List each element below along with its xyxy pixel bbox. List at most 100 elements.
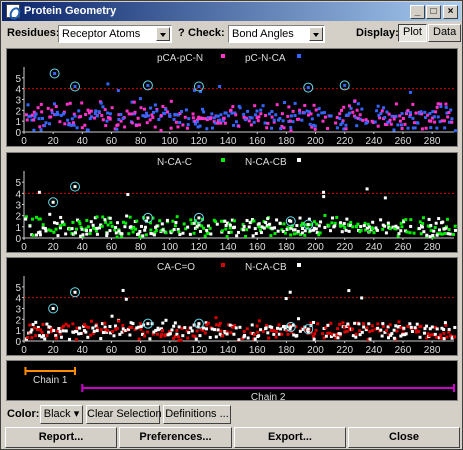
data-point bbox=[370, 329, 374, 333]
data-point bbox=[342, 222, 346, 226]
data-point bbox=[146, 216, 150, 220]
data-point bbox=[331, 216, 335, 220]
data-point bbox=[172, 324, 176, 328]
x-tick-label: 180 bbox=[278, 242, 295, 252]
data-point bbox=[254, 113, 258, 117]
data-point bbox=[145, 111, 149, 115]
data-point bbox=[112, 334, 116, 338]
chain-map-svg[interactable]: Chain 1 Chain 2 bbox=[7, 361, 457, 403]
data-point bbox=[222, 116, 226, 120]
data-point bbox=[100, 224, 104, 228]
data-point bbox=[245, 327, 249, 331]
data-point bbox=[316, 113, 320, 117]
color-select[interactable]: Black ▾ bbox=[40, 405, 83, 424]
data-point bbox=[351, 225, 355, 229]
data-point bbox=[52, 329, 56, 333]
close-button[interactable]: Close bbox=[348, 427, 460, 448]
data-point bbox=[114, 226, 118, 230]
data-point bbox=[282, 126, 286, 130]
x-tick-label: 200 bbox=[307, 242, 324, 252]
residues-select[interactable]: Receptor Atoms bbox=[58, 25, 172, 43]
data-point bbox=[91, 223, 95, 227]
data-point bbox=[149, 228, 153, 232]
check-select[interactable]: Bond Angles bbox=[228, 25, 325, 43]
chevron-down-icon[interactable] bbox=[309, 27, 323, 41]
data-point bbox=[215, 222, 219, 226]
scatter-plot-2[interactable]: 0123450 20 40 60 80 100 120 140 160 180 200 220 240 2… bbox=[7, 153, 457, 252]
minimize-icon[interactable]: _ bbox=[410, 5, 425, 19]
data-point bbox=[40, 116, 44, 120]
data-point bbox=[383, 196, 387, 200]
data-point bbox=[250, 116, 254, 120]
definitions-button[interactable]: Definitions ... bbox=[163, 405, 231, 424]
data-point bbox=[303, 103, 307, 107]
y-tick-label: 5 bbox=[15, 283, 21, 294]
x-tick-label: 180 bbox=[278, 345, 295, 355]
data-point bbox=[428, 111, 432, 115]
data-point bbox=[396, 123, 400, 127]
scatter-plot-3[interactable]: 0123450 20 40 60 80 100 120 140 160 180 200 220 240 2… bbox=[7, 258, 457, 355]
data-point bbox=[376, 326, 380, 330]
data-point bbox=[430, 325, 434, 329]
x-tick-label: 280 bbox=[424, 136, 441, 146]
data-point bbox=[413, 121, 417, 125]
y-tick-label: 4 bbox=[15, 189, 21, 200]
data-point bbox=[444, 226, 448, 230]
data-point bbox=[313, 332, 317, 336]
help-button[interactable]: ? bbox=[178, 27, 185, 39]
export-button[interactable]: Export... bbox=[234, 427, 346, 448]
data-point bbox=[297, 117, 301, 121]
data-point bbox=[181, 231, 185, 235]
data-point bbox=[312, 103, 316, 107]
data-point bbox=[115, 235, 119, 239]
data-point bbox=[115, 221, 119, 225]
data-point bbox=[381, 324, 385, 328]
data-point bbox=[270, 115, 274, 119]
data-point bbox=[399, 229, 403, 233]
data-point bbox=[157, 117, 161, 121]
data-point bbox=[297, 317, 301, 321]
data-point bbox=[41, 323, 45, 327]
data-point bbox=[192, 231, 196, 235]
clear-selection-button[interactable]: Clear Selection bbox=[86, 405, 162, 424]
chain-map[interactable]: Chain 1 Chain 2 bbox=[6, 360, 458, 403]
data-point bbox=[442, 337, 446, 341]
plot-panel-1[interactable]: 0 1 2 3 4 5 0 20 40 60 80 100 120 140 160 180 200 220 240 2… bbox=[6, 48, 458, 147]
display-data-button[interactable]: Data bbox=[428, 24, 462, 42]
close-window-icon[interactable]: × bbox=[443, 5, 458, 19]
data-point bbox=[283, 231, 287, 235]
data-point bbox=[291, 120, 295, 124]
maximize-icon[interactable]: □ bbox=[426, 5, 441, 19]
data-point bbox=[453, 224, 457, 228]
data-point bbox=[84, 112, 88, 116]
data-point bbox=[365, 120, 369, 124]
plot-panel-3[interactable]: 0 1 2 3 4 5 0 20 40 60 80 100 120 140 160 180 200 220 240 2… bbox=[6, 257, 458, 356]
data-point bbox=[202, 110, 206, 114]
plot-panel-2[interactable]: 0 1 2 3 4 5 0 20 40 60 80 100 120 140 160 180 200 220 240 2… bbox=[6, 152, 458, 253]
display-plot-button[interactable]: Plot bbox=[398, 24, 427, 42]
data-point bbox=[105, 119, 109, 123]
data-point bbox=[156, 328, 160, 332]
data-point bbox=[335, 215, 339, 219]
data-point bbox=[89, 220, 93, 224]
data-point bbox=[379, 111, 383, 115]
x-tick-label: 80 bbox=[135, 242, 147, 252]
data-point bbox=[54, 227, 58, 231]
report-button[interactable]: Report... bbox=[5, 427, 117, 448]
data-point bbox=[343, 83, 347, 87]
chevron-down-icon[interactable] bbox=[156, 27, 170, 41]
legend-label: N-CA-CB bbox=[245, 262, 287, 273]
data-point bbox=[117, 229, 121, 233]
data-point bbox=[86, 225, 90, 229]
data-point bbox=[324, 334, 328, 338]
chevron-down-icon: ▾ bbox=[73, 408, 80, 420]
data-point bbox=[71, 322, 75, 326]
data-point bbox=[452, 232, 456, 236]
data-point bbox=[51, 307, 55, 310]
scatter-plot-1[interactable]: 0123450 20 40 60 80 100 120 140 160 180 200 220 240 2… bbox=[7, 49, 457, 146]
preferences-button[interactable]: Preferences... bbox=[119, 427, 232, 448]
data-point bbox=[173, 321, 177, 325]
data-point bbox=[132, 100, 136, 104]
data-point bbox=[270, 325, 274, 329]
data-point bbox=[259, 112, 263, 116]
